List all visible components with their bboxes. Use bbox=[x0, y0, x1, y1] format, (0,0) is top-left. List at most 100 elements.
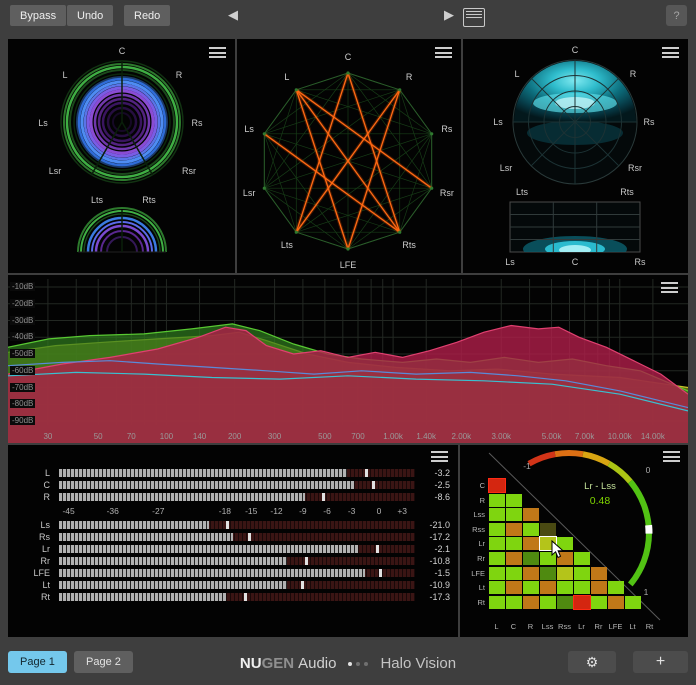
matrix-row-label: C bbox=[460, 481, 485, 490]
matrix-cell[interactable] bbox=[523, 552, 539, 565]
surround-scope-panel: C L R Ls Rs Lsr Rsr Lts Rts bbox=[8, 39, 235, 273]
matrix-cell[interactable] bbox=[506, 581, 522, 594]
matrix-grid: CRLssRssLrRrLFELtRtLCRLssRssLrRrLFELtRt bbox=[460, 445, 688, 637]
web-vertex-label: Rs bbox=[441, 124, 452, 134]
redo-button[interactable]: Redo bbox=[124, 5, 170, 26]
matrix-cell[interactable] bbox=[608, 596, 624, 609]
meter-peak bbox=[305, 557, 308, 565]
channel-label: Ls bbox=[493, 117, 503, 127]
channel-label: Lts bbox=[91, 195, 104, 205]
meter-bar-fill bbox=[59, 545, 358, 553]
matrix-cell[interactable] bbox=[608, 581, 624, 594]
matrix-cell[interactable] bbox=[489, 537, 505, 550]
matrix-cell[interactable] bbox=[523, 581, 539, 594]
matrix-cell[interactable] bbox=[506, 523, 522, 536]
channel-label: R bbox=[176, 70, 183, 80]
meter-row: R-8.6 bbox=[8, 491, 458, 503]
matrix-cell[interactable] bbox=[540, 567, 556, 580]
panel-menu-icon[interactable] bbox=[431, 451, 448, 465]
matrix-row-label: R bbox=[460, 496, 485, 505]
spectrum-analyzer-panel: -10dB-20dB-30dB-40dB-50dB-60dB-70dB-80dB… bbox=[8, 275, 688, 443]
panel-menu-icon[interactable] bbox=[663, 451, 680, 465]
matrix-cell[interactable] bbox=[540, 523, 556, 536]
meter-row: Lt-10.9 bbox=[8, 579, 458, 591]
matrix-cell[interactable] bbox=[489, 479, 505, 492]
matrix-cell[interactable] bbox=[557, 567, 573, 580]
channel-label: Rts bbox=[620, 187, 634, 197]
matrix-cell[interactable] bbox=[506, 508, 522, 521]
panel-menu-icon[interactable] bbox=[662, 47, 679, 61]
add-panel-button[interactable]: + bbox=[633, 651, 688, 673]
meter-bar-fill bbox=[59, 481, 354, 489]
matrix-cell[interactable] bbox=[489, 581, 505, 594]
bypass-button[interactable]: Bypass bbox=[10, 5, 66, 26]
page2-button[interactable]: Page 2 bbox=[74, 651, 133, 673]
matrix-cell[interactable] bbox=[540, 596, 556, 609]
meter-value: -2.5 bbox=[415, 480, 458, 490]
web-vertex-label: Lts bbox=[281, 240, 294, 250]
matrix-cell[interactable] bbox=[489, 567, 505, 580]
help-button[interactable]: ? bbox=[666, 5, 687, 26]
matrix-cell[interactable] bbox=[591, 567, 607, 580]
meter-channel-label: R bbox=[8, 492, 59, 502]
channel-label: Rsr bbox=[182, 166, 196, 176]
matrix-row-label: Lt bbox=[460, 583, 485, 592]
matrix-cell[interactable] bbox=[523, 508, 539, 521]
page1-button[interactable]: Page 1 bbox=[8, 651, 67, 673]
matrix-cell[interactable] bbox=[557, 581, 573, 594]
matrix-cell[interactable] bbox=[489, 552, 505, 565]
matrix-cell[interactable] bbox=[489, 494, 505, 507]
meter-peak bbox=[248, 533, 251, 541]
preset-list-icon[interactable] bbox=[463, 8, 485, 27]
meter-scale-label: -36 bbox=[107, 506, 119, 516]
channel-label: Rts bbox=[142, 195, 156, 205]
prev-preset-icon[interactable]: ◀ bbox=[228, 6, 238, 24]
settings-button[interactable]: ⚙ bbox=[568, 651, 616, 673]
meter-row: L-3.2 bbox=[8, 467, 458, 479]
next-preset-icon[interactable]: ▶ bbox=[444, 6, 454, 24]
matrix-cell[interactable] bbox=[506, 596, 522, 609]
gauge-min-label: -1 bbox=[523, 461, 531, 471]
matrix-cell[interactable] bbox=[574, 567, 590, 580]
panel-menu-icon[interactable] bbox=[661, 282, 678, 296]
matrix-cell[interactable] bbox=[523, 567, 539, 580]
matrix-cell[interactable] bbox=[523, 523, 539, 536]
meter-channel-label: Lt bbox=[8, 580, 59, 590]
matrix-cell[interactable] bbox=[489, 523, 505, 536]
matrix-cell[interactable] bbox=[625, 596, 641, 609]
meter-bar bbox=[59, 545, 415, 553]
matrix-cell[interactable] bbox=[506, 552, 522, 565]
matrix-cell[interactable] bbox=[591, 581, 607, 594]
matrix-cell[interactable] bbox=[506, 567, 522, 580]
matrix-cell[interactable] bbox=[574, 596, 590, 609]
spectrum-graphic bbox=[8, 275, 688, 443]
matrix-cell[interactable] bbox=[574, 552, 590, 565]
matrix-cell[interactable] bbox=[489, 596, 505, 609]
matrix-cell[interactable] bbox=[540, 581, 556, 594]
matrix-cell[interactable] bbox=[557, 596, 573, 609]
matrix-cell[interactable] bbox=[523, 537, 539, 550]
matrix-col-label: C bbox=[511, 622, 516, 631]
panel-menu-icon[interactable] bbox=[435, 47, 452, 61]
web-vertex-label: Rts bbox=[402, 240, 416, 250]
meter-channel-label: LFE bbox=[8, 568, 59, 578]
undo-button[interactable]: Undo bbox=[67, 5, 113, 26]
matrix-cell[interactable] bbox=[574, 581, 590, 594]
web-vertex-label: Lsr bbox=[243, 188, 256, 198]
meter-row: Rt-17.3 bbox=[8, 591, 458, 603]
meter-peak bbox=[379, 569, 382, 577]
web-vertex-label: Rsr bbox=[440, 188, 454, 198]
meter-channel-label: Ls bbox=[8, 520, 59, 530]
meter-channel-label: C bbox=[8, 480, 59, 490]
channel-label: L bbox=[514, 69, 519, 79]
matrix-col-label: LFE bbox=[609, 622, 623, 631]
matrix-cell[interactable] bbox=[506, 537, 522, 550]
panel-menu-icon[interactable] bbox=[209, 47, 226, 61]
matrix-cell[interactable] bbox=[489, 508, 505, 521]
meter-rows: L-3.2C-2.5R-8.6-45-36-27-18-15-12-9-6-30… bbox=[8, 445, 458, 637]
matrix-cell[interactable] bbox=[591, 596, 607, 609]
brand-dot bbox=[348, 662, 352, 666]
meter-bar bbox=[59, 557, 415, 565]
matrix-cell[interactable] bbox=[506, 494, 522, 507]
matrix-cell[interactable] bbox=[523, 596, 539, 609]
